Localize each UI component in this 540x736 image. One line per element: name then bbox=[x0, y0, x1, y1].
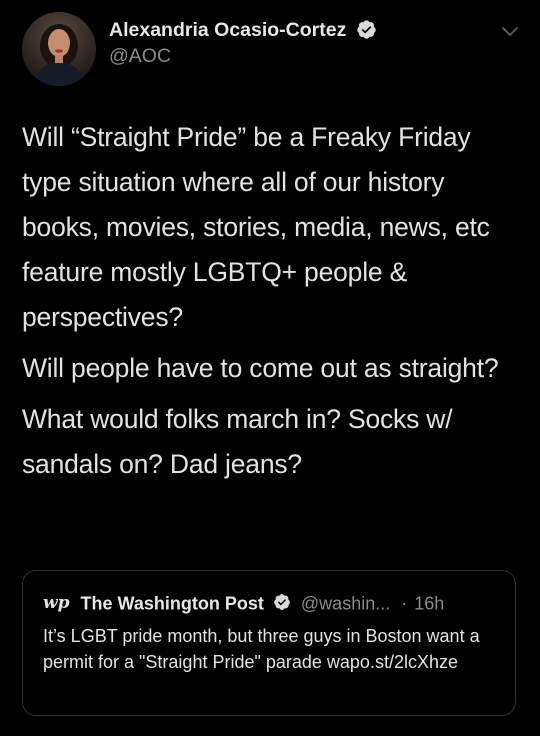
avatar[interactable] bbox=[22, 12, 96, 86]
tweet-header: Alexandria Ocasio-Cortez @AOC bbox=[22, 12, 522, 88]
author-info: Alexandria Ocasio-Cortez @AOC bbox=[109, 19, 377, 68]
quoted-author-name[interactable]: The Washington Post bbox=[81, 593, 264, 613]
separator-dot: · bbox=[401, 593, 408, 614]
tweet-paragraph: Will people have to come out as straight… bbox=[22, 353, 499, 383]
tweet-paragraph: What would folks march in? Socks w/ sand… bbox=[22, 404, 453, 479]
quoted-tweet-header: wp The Washington Post @washin... · 16h bbox=[43, 591, 444, 614]
quoted-tweet-card[interactable]: wp The Washington Post @washin... · 16h … bbox=[22, 570, 516, 716]
quoted-author-handle[interactable]: @washin... bbox=[301, 593, 390, 613]
quoted-timestamp[interactable]: 16h bbox=[414, 593, 444, 613]
verified-badge-icon bbox=[274, 594, 290, 611]
tweet: Alexandria Ocasio-Cortez @AOC Will “Stra… bbox=[0, 0, 540, 736]
quoted-tweet-text: It’s LGBT pride month, but three guys in… bbox=[43, 626, 480, 672]
chevron-down-icon[interactable] bbox=[500, 24, 520, 38]
author-handle[interactable]: @AOC bbox=[109, 45, 377, 68]
tweet-text: Will “Straight Pride” be a Freaky Friday… bbox=[22, 115, 522, 493]
verified-badge-icon bbox=[357, 20, 376, 39]
avatar-photo-icon bbox=[22, 12, 96, 86]
author-display-name[interactable]: Alexandria Ocasio-Cortez bbox=[109, 19, 346, 42]
washington-post-logo-icon: wp bbox=[43, 593, 70, 614]
tweet-paragraph: Will “Straight Pride” be a Freaky Friday… bbox=[22, 122, 490, 332]
